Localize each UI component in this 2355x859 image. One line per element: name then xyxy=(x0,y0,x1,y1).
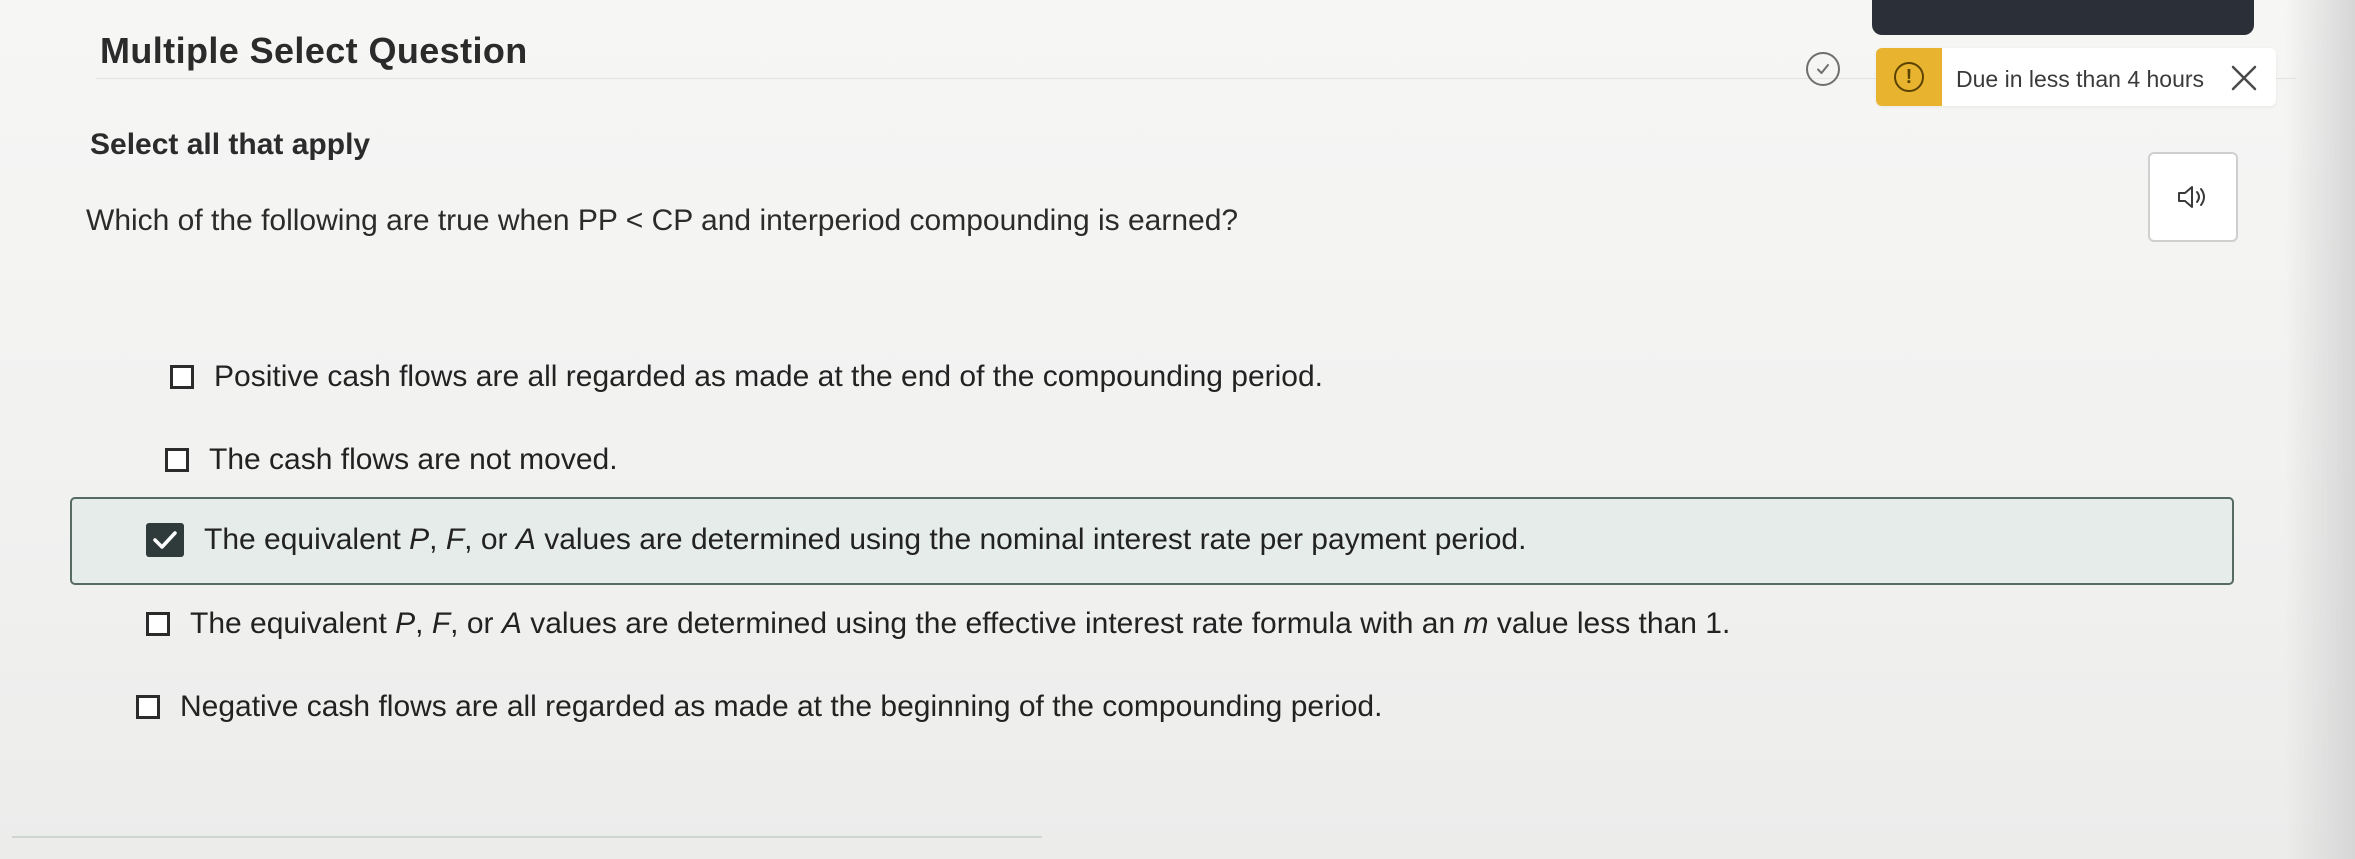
check-circle-icon[interactable] xyxy=(1806,52,1840,86)
option-checkbox[interactable] xyxy=(136,695,160,719)
option-label: The equivalent P, F, or A values are det… xyxy=(204,523,1527,556)
due-alert: ! xyxy=(1876,48,1942,106)
option-checkbox[interactable] xyxy=(165,448,189,472)
page-title: Multiple Select Question xyxy=(100,30,528,71)
option-checkbox[interactable] xyxy=(146,612,170,636)
question-text: Which of the following are true when PP … xyxy=(86,204,1239,237)
option-label: Negative cash flows are all regarded as … xyxy=(180,690,1383,723)
option-3[interactable]: The equivalent P, F, or A values are det… xyxy=(146,523,1526,557)
option-label: The cash flows are not moved. xyxy=(209,443,618,476)
alert-icon: ! xyxy=(1894,62,1924,92)
instruction-text: Select all that apply xyxy=(90,128,371,161)
right-edge-shadow xyxy=(2285,0,2355,859)
bottom-divider xyxy=(12,836,1042,838)
close-icon[interactable] xyxy=(2228,62,2260,94)
checkmark-icon xyxy=(153,531,177,549)
option-4[interactable]: The equivalent P, F, or A values are det… xyxy=(146,607,1730,641)
option-label: The equivalent P, F, or A values are det… xyxy=(190,607,1731,640)
option-5[interactable]: Negative cash flows are all regarded as … xyxy=(136,690,1382,724)
audio-button[interactable] xyxy=(2148,152,2238,242)
option-checkbox[interactable] xyxy=(170,365,194,389)
option-checkbox-checked[interactable] xyxy=(146,523,184,557)
option-label: Positive cash flows are all regarded as … xyxy=(214,360,1324,393)
option-2[interactable]: The cash flows are not moved. xyxy=(165,443,618,477)
option-1[interactable]: Positive cash flows are all regarded as … xyxy=(170,360,1323,394)
speaker-icon xyxy=(2178,186,2205,208)
top-dark-widget xyxy=(1872,0,2254,35)
due-notice: ! Due in less than 4 hours xyxy=(1876,48,2276,106)
due-text: Due in less than 4 hours xyxy=(1956,66,2205,92)
